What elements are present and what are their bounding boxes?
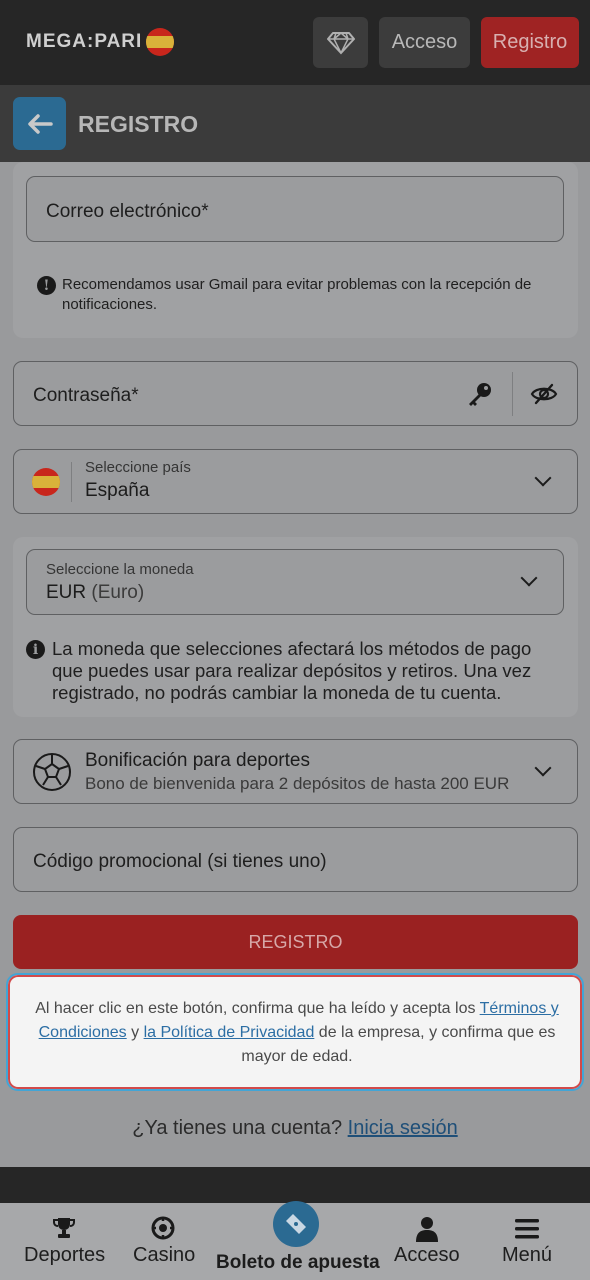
diamond-button[interactable]: [313, 17, 368, 68]
password-field[interactable]: Contraseña*: [13, 361, 578, 426]
casino-chip-icon: [151, 1216, 175, 1245]
email-placeholder: Correo electrónico*: [46, 201, 209, 222]
ticket-icon: [286, 1214, 306, 1234]
nav-login[interactable]: Acceso: [390, 1203, 465, 1280]
password-placeholder: Contraseña*: [33, 385, 139, 406]
info-icon: !: [37, 276, 56, 295]
privacy-link[interactable]: la Política de Privacidad: [144, 1024, 315, 1041]
page-subheader: REGISTRO: [0, 85, 590, 162]
terms-text: Al hacer clic en este botón, confirma qu…: [30, 997, 564, 1069]
nav-betslip[interactable]: Boleto de apuesta: [210, 1201, 380, 1280]
nav-menu[interactable]: Menú: [495, 1203, 565, 1280]
currency-name: (Euro): [91, 582, 145, 603]
nav-betslip-label: Boleto de apuesta: [216, 1252, 380, 1273]
login-prompt: ¿Ya tienes una cuenta? Inicia sesión: [0, 1117, 590, 1140]
country-label: Seleccione país: [85, 459, 191, 476]
login-link[interactable]: Inicia sesión: [348, 1117, 458, 1139]
soccer-ball-icon: [32, 752, 72, 797]
bonus-select[interactable]: Bonificación para deportes Bono de bienv…: [13, 739, 578, 804]
currency-code: EUR: [46, 582, 87, 603]
field-divider: [71, 462, 72, 502]
nav-menu-label: Menú: [502, 1244, 553, 1266]
spain-flag-icon: [32, 468, 60, 496]
promo-placeholder: Código promocional (si tienes uno): [33, 851, 327, 872]
chevron-down-icon: [534, 469, 552, 487]
currency-label: Seleccione la moneda: [46, 561, 194, 578]
login-question: ¿Ya tienes una cuenta?: [132, 1117, 348, 1139]
email-notice-text: Recomendamos usar Gmail para evitar prob…: [62, 276, 532, 313]
logo-text: MEGA:PARI: [26, 31, 143, 52]
user-icon: [416, 1216, 438, 1247]
trophy-icon: [52, 1216, 76, 1245]
nav-sports-label: Deportes: [24, 1244, 106, 1266]
promo-code-field[interactable]: Código promocional (si tienes uno): [13, 827, 578, 892]
currency-value: EUR (Euro): [46, 582, 144, 604]
chevron-down-icon: [534, 759, 552, 777]
bonus-subtitle: Bono de bienvenida para 2 depósitos de h…: [85, 774, 510, 793]
info-icon: i: [26, 640, 45, 659]
back-button[interactable]: [13, 97, 66, 150]
nav-casino-label: Casino: [133, 1244, 196, 1266]
diamond-icon: [326, 31, 355, 55]
footer-strip: [0, 1167, 590, 1203]
megapari-logo[interactable]: MEGA:PARI: [26, 28, 175, 56]
email-field[interactable]: Correo electrónico*: [26, 176, 564, 242]
register-button[interactable]: Registro: [481, 17, 579, 68]
terms-text-before: Al hacer clic en este botón, confirma qu…: [35, 1000, 480, 1017]
bottom-nav: Deportes Casino Boleto de apuesta Acceso…: [0, 1201, 590, 1280]
currency-notice-text: La moneda que selecciones afectará los m…: [52, 638, 532, 703]
betslip-button: [273, 1201, 319, 1247]
country-select[interactable]: Seleccione país España: [13, 449, 578, 514]
register-submit-button[interactable]: REGISTRO: [13, 915, 578, 969]
nav-sports[interactable]: Deportes: [18, 1203, 108, 1280]
currency-notice: i La moneda que selecciones afectará los…: [26, 638, 566, 704]
field-divider: [512, 372, 513, 416]
eye-off-icon[interactable]: [530, 382, 558, 411]
nav-casino[interactable]: Casino: [128, 1203, 198, 1280]
chevron-down-icon: [520, 569, 538, 587]
terms-popup: Al hacer clic en este botón, confirma qu…: [6, 973, 584, 1091]
country-value: España: [85, 480, 150, 501]
login-button[interactable]: Acceso: [379, 17, 470, 68]
hamburger-menu-icon: [515, 1219, 539, 1244]
spain-flag-icon: [146, 28, 175, 56]
nav-login-label: Acceso: [394, 1244, 460, 1266]
arrow-left-icon: [27, 113, 53, 134]
terms-text-middle: y: [126, 1024, 144, 1041]
currency-select[interactable]: Seleccione la moneda EUR (Euro): [26, 549, 564, 615]
email-notice: ! Recomendamos usar Gmail para evitar pr…: [37, 276, 557, 315]
page-title: REGISTRO: [78, 111, 199, 137]
key-icon[interactable]: [466, 380, 494, 413]
bonus-title: Bonificación para deportes: [85, 750, 310, 771]
top-header: MEGA:PARI Acceso Registro: [0, 0, 590, 85]
